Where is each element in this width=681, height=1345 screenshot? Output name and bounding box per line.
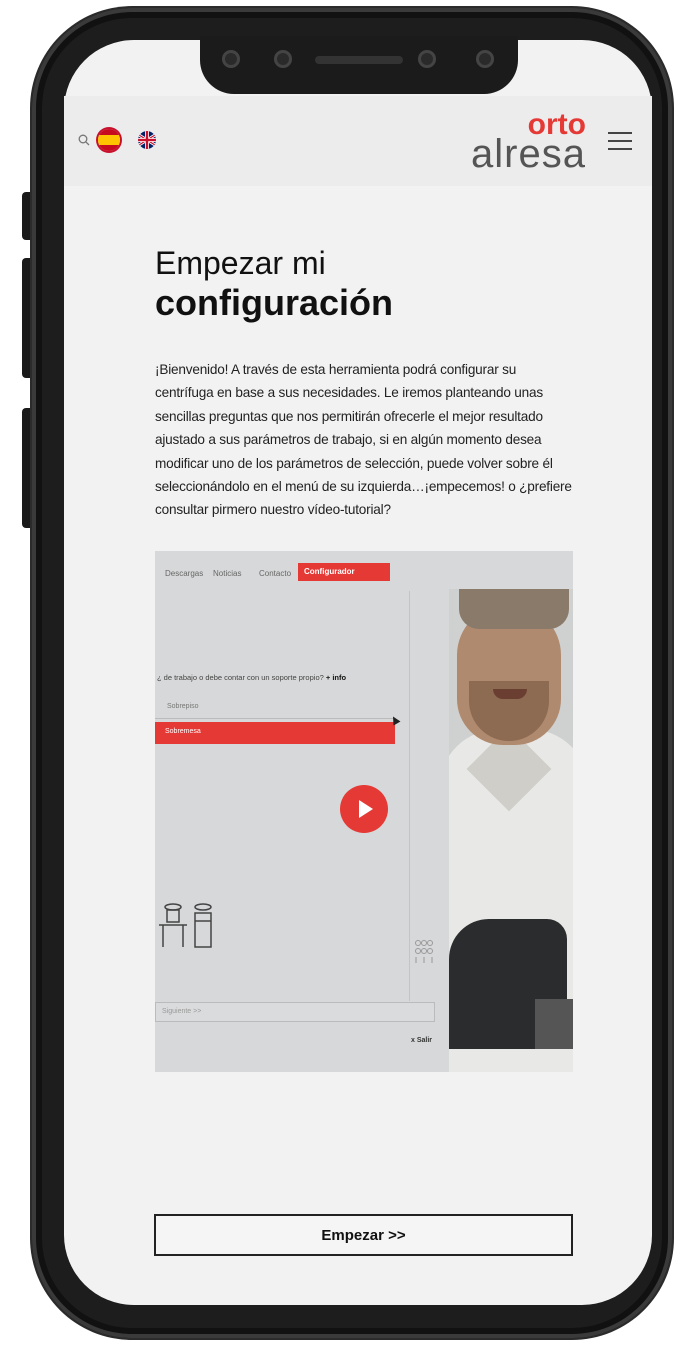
rotor-grid-icon xyxy=(415,940,433,963)
video-nav-descargas: Descargas xyxy=(165,569,204,578)
video-question-link: + info xyxy=(325,673,347,682)
video-question: ¿ de trabajo o debe contar con un soport… xyxy=(157,673,346,682)
intro-paragraph: ¡Bienvenido! A través de esta herramient… xyxy=(155,362,572,518)
video-exit-link: x Salir xyxy=(411,1037,433,1044)
video-nav: Descargas Noticias Contacto Configurador xyxy=(155,551,450,595)
phone-notch xyxy=(200,36,518,94)
play-icon xyxy=(359,800,373,818)
logo-alresa-text: alresa xyxy=(471,132,586,176)
video-presenter-image xyxy=(449,589,573,1072)
menu-icon[interactable] xyxy=(608,132,632,150)
video-nav-noticias: Noticias xyxy=(213,569,242,578)
video-nav-contacto: Contacto xyxy=(259,569,292,578)
page-title-line1: Empezar mi xyxy=(155,245,326,281)
page-title: Empezar mi configuración xyxy=(155,244,575,324)
video-next-field: Siguiente >> xyxy=(155,1002,435,1022)
page-title-line2: configuración xyxy=(155,282,394,323)
video-nav-configurador: Configurador xyxy=(298,563,390,581)
site-header: orto alresa xyxy=(64,96,652,186)
start-button[interactable]: Empezar >> xyxy=(154,1214,573,1256)
video-question-text: ¿ de trabajo o debe contar con un soport… xyxy=(157,673,324,682)
search-icon[interactable] xyxy=(78,134,90,146)
centrifuge-icon xyxy=(159,903,212,948)
alresa-logo[interactable]: orto alresa xyxy=(456,108,586,176)
play-button[interactable] xyxy=(340,785,388,833)
video-tutorial[interactable]: Descargas Noticias Contacto Configurador… xyxy=(155,551,573,1072)
video-option-sobremesa: Sobremesa xyxy=(155,722,395,744)
video-option-sobrepiso: Sobrepiso xyxy=(155,699,395,719)
flag-es-icon[interactable] xyxy=(98,129,120,151)
video-divider xyxy=(409,591,410,1001)
flag-uk-icon[interactable] xyxy=(138,131,156,149)
